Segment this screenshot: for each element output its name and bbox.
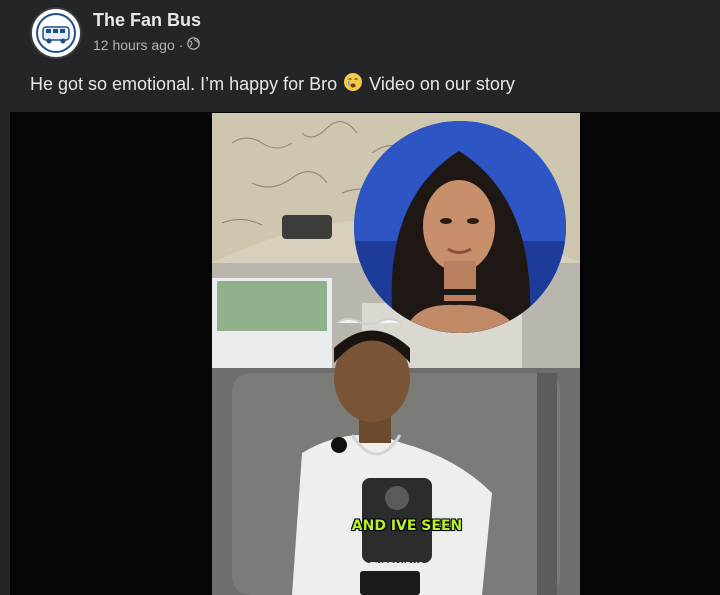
meta-separator: · <box>178 37 184 53</box>
post-meta: 12 hours ago · <box>93 37 201 53</box>
inset-portrait-photo <box>354 121 566 333</box>
page-name-link[interactable]: The Fan Bus <box>93 10 201 31</box>
globe-icon <box>187 37 201 53</box>
page-avatar[interactable] <box>30 7 82 59</box>
caption-text-end: Video on our story <box>369 74 515 94</box>
fan-bus-logo <box>33 10 79 56</box>
caption-text: He got so emotional. I’m happy for Bro <box>30 74 338 94</box>
post-timestamp[interactable]: 12 hours ago <box>93 37 175 53</box>
post-header: The Fan Bus 12 hours ago · He got so emo… <box>0 0 720 112</box>
shirt-watermark: THEFANBUS <box>370 561 424 570</box>
video-subtitle: AND IVE SEEN <box>351 518 463 534</box>
woman-portrait-illustration <box>354 121 566 333</box>
crying-face-emoji-icon <box>343 72 363 97</box>
post-caption: He got so emotional. I’m happy for Bro V… <box>30 72 515 97</box>
